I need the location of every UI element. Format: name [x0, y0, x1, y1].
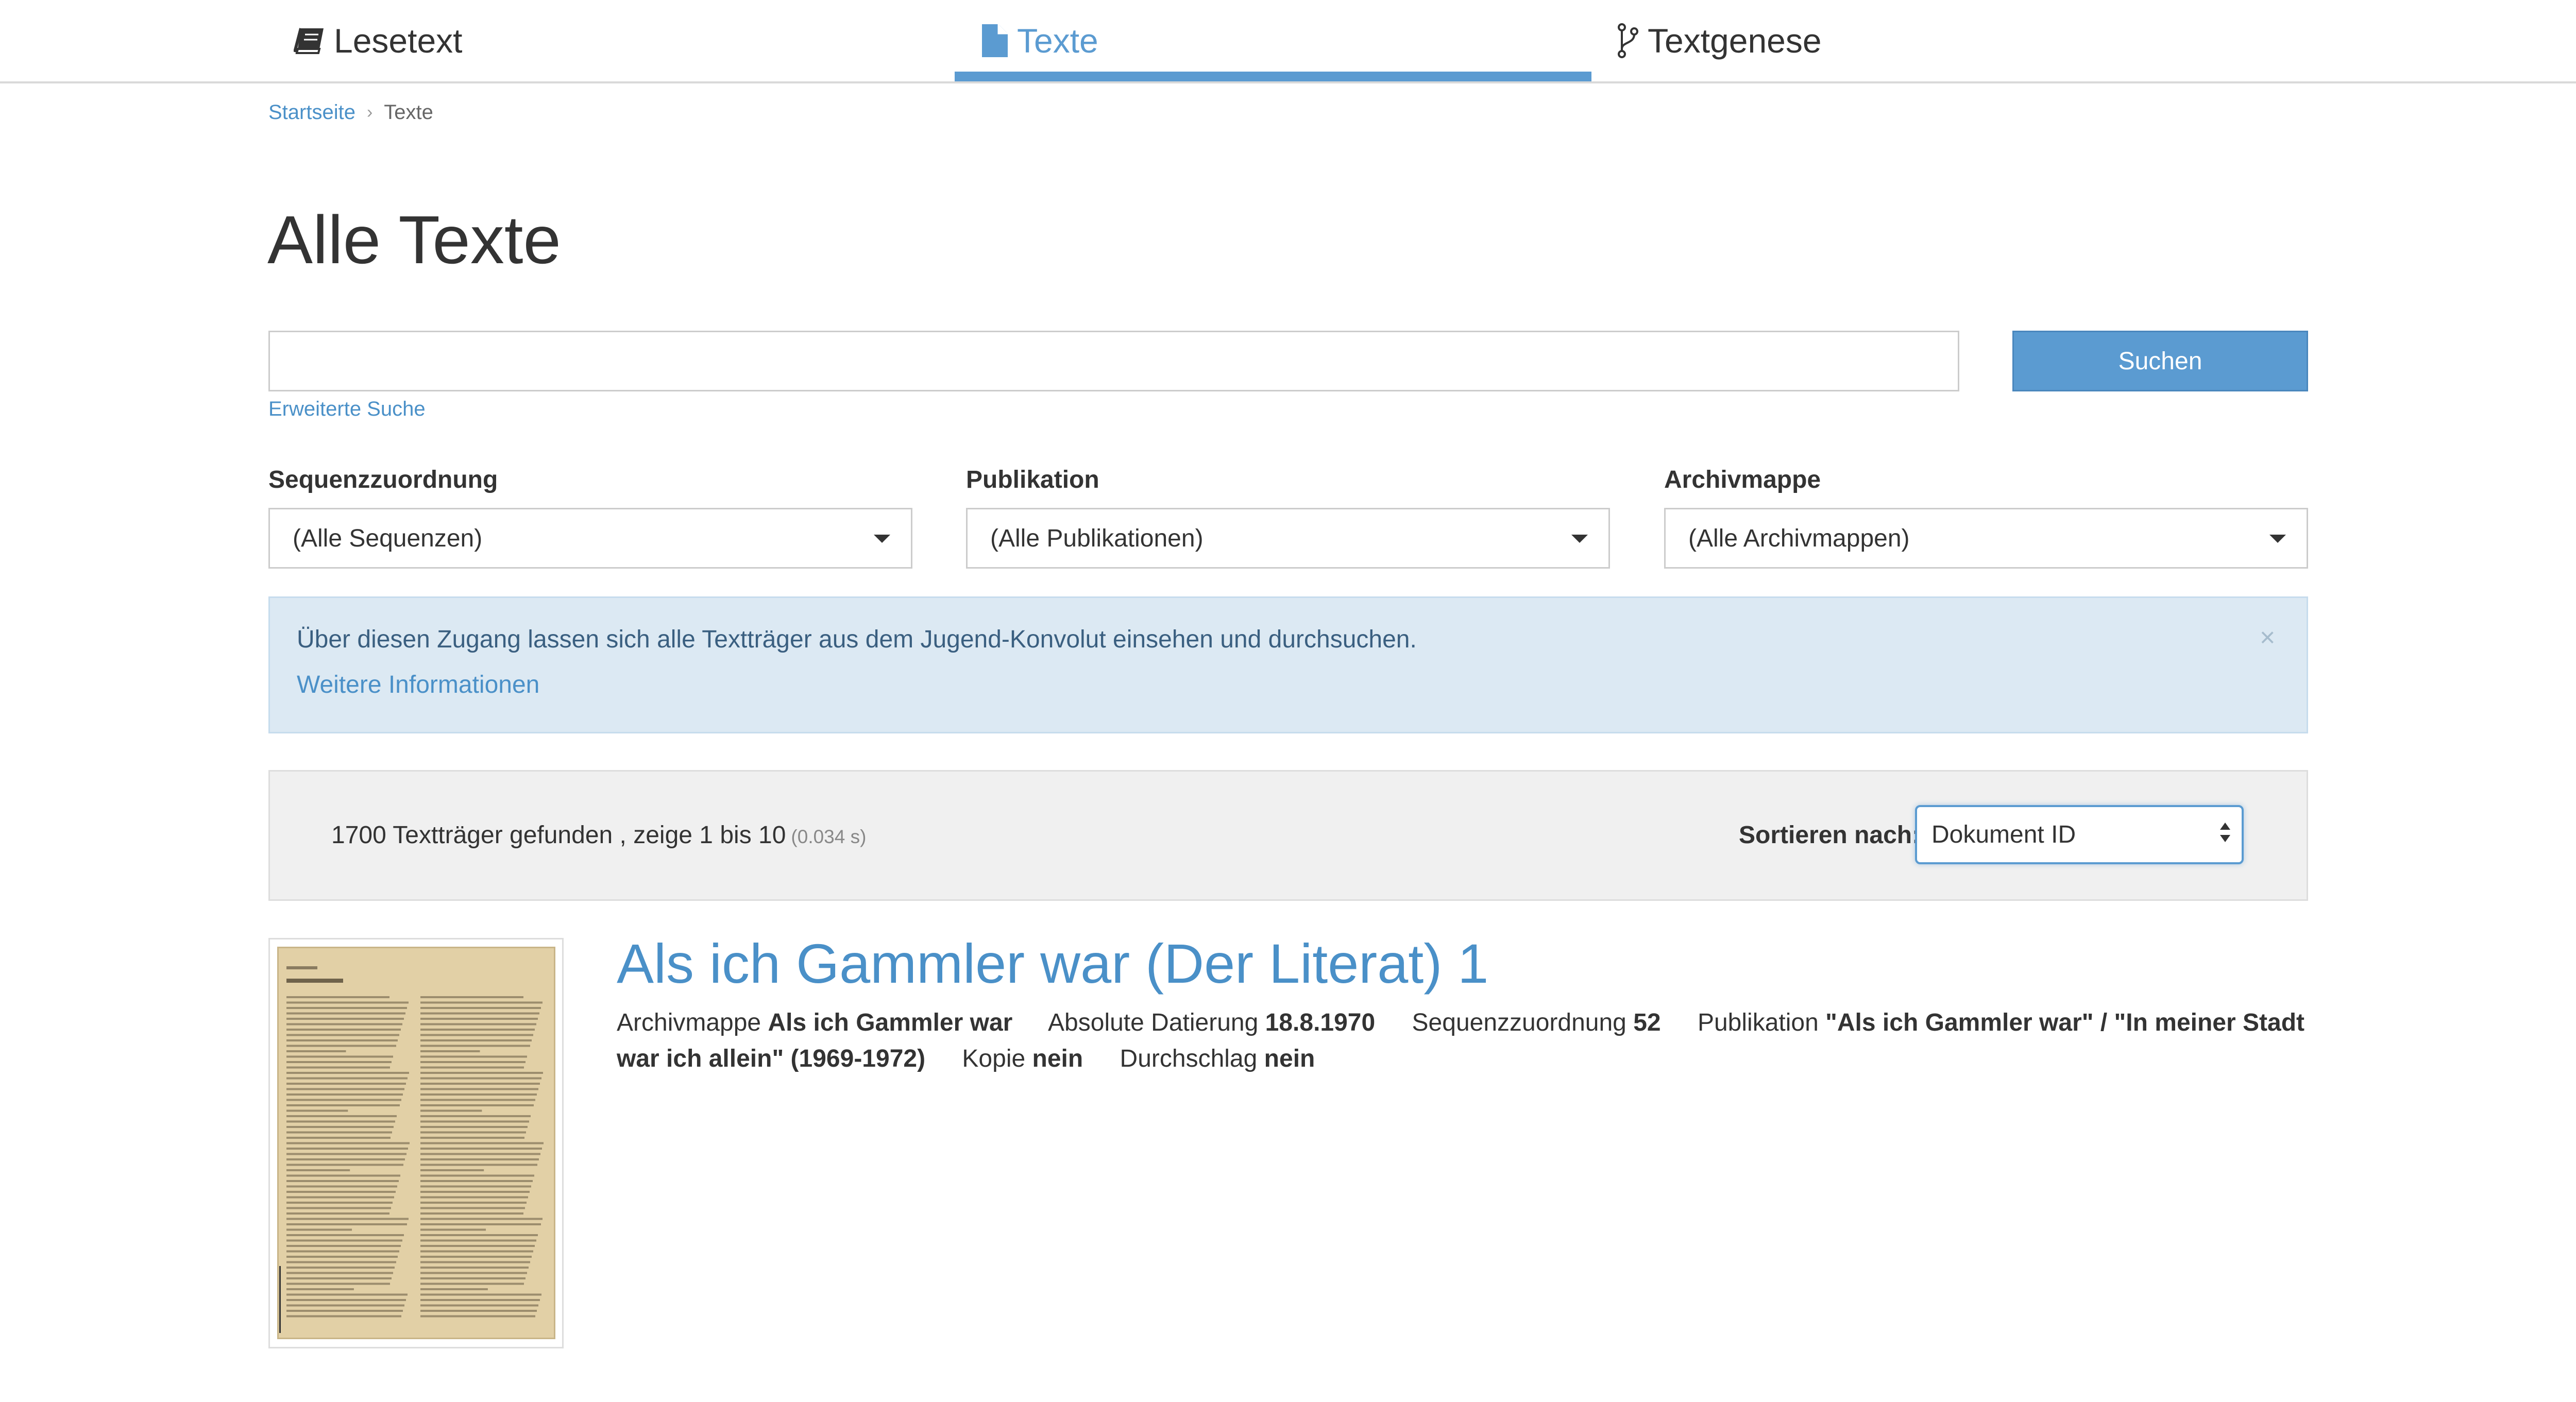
publication-filter-label: Publikation: [966, 466, 1099, 493]
sequence-filter-value: (Alle Sequenzen): [293, 524, 483, 552]
book-icon: [294, 26, 326, 55]
publication-filter-select[interactable]: (Alle Publikationen): [966, 508, 1610, 569]
tab-textgenese[interactable]: Textgenese: [1617, 0, 1822, 81]
tab-label: Texte: [1017, 22, 1098, 60]
meta-sequenz: Sequenzzuordnung 52: [1412, 1009, 1661, 1036]
top-navigation: Lesetext Texte Textgenese: [0, 0, 2576, 83]
more-info-link[interactable]: Weitere Informationen: [297, 671, 539, 699]
info-alert: [268, 596, 2308, 733]
sort-select[interactable]: Dokument ID: [1915, 805, 2244, 864]
close-icon[interactable]: ×: [2260, 624, 2275, 651]
sequence-filter-label: Sequenzzuordnung: [268, 466, 498, 493]
result-metadata: Archivmappe Als ich Gammler war Absolute…: [617, 1005, 2308, 1077]
caret-down-icon: [2269, 535, 2286, 543]
sort-select-value: Dokument ID: [1931, 821, 2076, 848]
document-icon: [981, 23, 1009, 58]
active-tab-indicator: [955, 72, 1591, 81]
breadcrumb-home-link[interactable]: Startseite: [268, 101, 355, 124]
tab-label: Lesetext: [334, 22, 463, 60]
sequence-filter-select[interactable]: (Alle Sequenzen): [268, 508, 912, 569]
breadcrumb: Startseite › Texte: [268, 101, 433, 124]
sort-label: Sortieren nach:: [1739, 822, 1921, 849]
results-summary: 1700 Textträger gefunden , zeige 1 bis 1…: [331, 821, 866, 849]
code-branch-icon: [1617, 23, 1639, 58]
sort-arrows-icon: [2220, 823, 2230, 842]
breadcrumb-current: Texte: [384, 101, 433, 124]
search-input[interactable]: [268, 331, 1959, 391]
page-title: Alle Texte: [267, 202, 561, 278]
advanced-search-link[interactable]: Erweiterte Suche: [268, 398, 426, 421]
archive-filter-select[interactable]: (Alle Archivmappen): [1664, 508, 2308, 569]
result-title-link[interactable]: Als ich Gammler war (Der Literat) 1: [617, 933, 1488, 995]
publication-filter-value: (Alle Publikationen): [990, 524, 1204, 552]
meta-durchschlag: Durchschlag nein: [1120, 1045, 1315, 1072]
query-time: (0.034 s): [791, 826, 867, 847]
meta-kopie: Kopie nein: [962, 1045, 1083, 1072]
results-count-text: 1700 Textträger gefunden , zeige 1 bis 1…: [331, 822, 786, 849]
tab-label: Textgenese: [1648, 22, 1822, 60]
meta-archivmappe: Archivmappe Als ich Gammler war: [617, 1009, 1013, 1036]
search-button[interactable]: Suchen: [2012, 331, 2308, 391]
caret-down-icon: [874, 535, 890, 543]
document-scan-image: [277, 947, 555, 1339]
breadcrumb-separator: ›: [366, 102, 373, 122]
caret-down-icon: [1571, 535, 1588, 543]
tab-lesetext[interactable]: Lesetext: [294, 0, 463, 81]
archive-filter-label: Archivmappe: [1664, 466, 1821, 493]
tab-texte[interactable]: Texte: [981, 0, 1098, 81]
meta-datierung: Absolute Datierung 18.8.1970: [1048, 1009, 1376, 1036]
archive-filter-value: (Alle Archivmappen): [1688, 524, 1910, 552]
info-alert-text: Über diesen Zugang lassen sich alle Text…: [297, 626, 1417, 653]
